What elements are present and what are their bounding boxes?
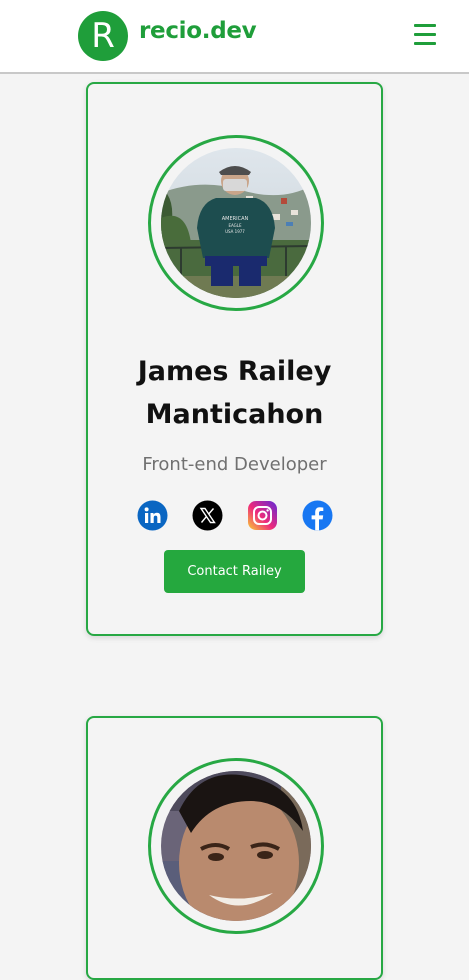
svg-text:EAGLE: EAGLE [228, 223, 242, 228]
avatar-photo [161, 771, 311, 921]
hamburger-menu-icon[interactable] [414, 24, 438, 46]
avatar-photo: AMERICAN EAGLE USA 1977 [161, 148, 311, 298]
brand-name[interactable]: recio.dev [139, 18, 257, 44]
linkedin-icon[interactable] [137, 500, 168, 531]
avatar-ring: AMERICAN EAGLE USA 1977 [148, 135, 324, 311]
logo-icon[interactable]: R [78, 11, 128, 61]
site-header: R recio.dev [0, 0, 469, 74]
profile-card: AMERICAN EAGLE USA 1977 James Railey Man… [86, 82, 383, 636]
instagram-icon[interactable] [247, 500, 278, 531]
profile-name: James Railey Manticahon [137, 356, 332, 430]
svg-text:USA 1977: USA 1977 [225, 229, 245, 234]
facebook-icon[interactable] [302, 500, 333, 531]
svg-text:AMERICAN: AMERICAN [222, 216, 249, 222]
x-icon[interactable] [192, 500, 223, 531]
avatar-ring [148, 758, 324, 934]
profile-card [86, 716, 383, 980]
profile-role: Front-end Developer [142, 454, 327, 475]
social-links [137, 500, 337, 532]
contact-button[interactable]: Contact Railey [164, 550, 305, 593]
